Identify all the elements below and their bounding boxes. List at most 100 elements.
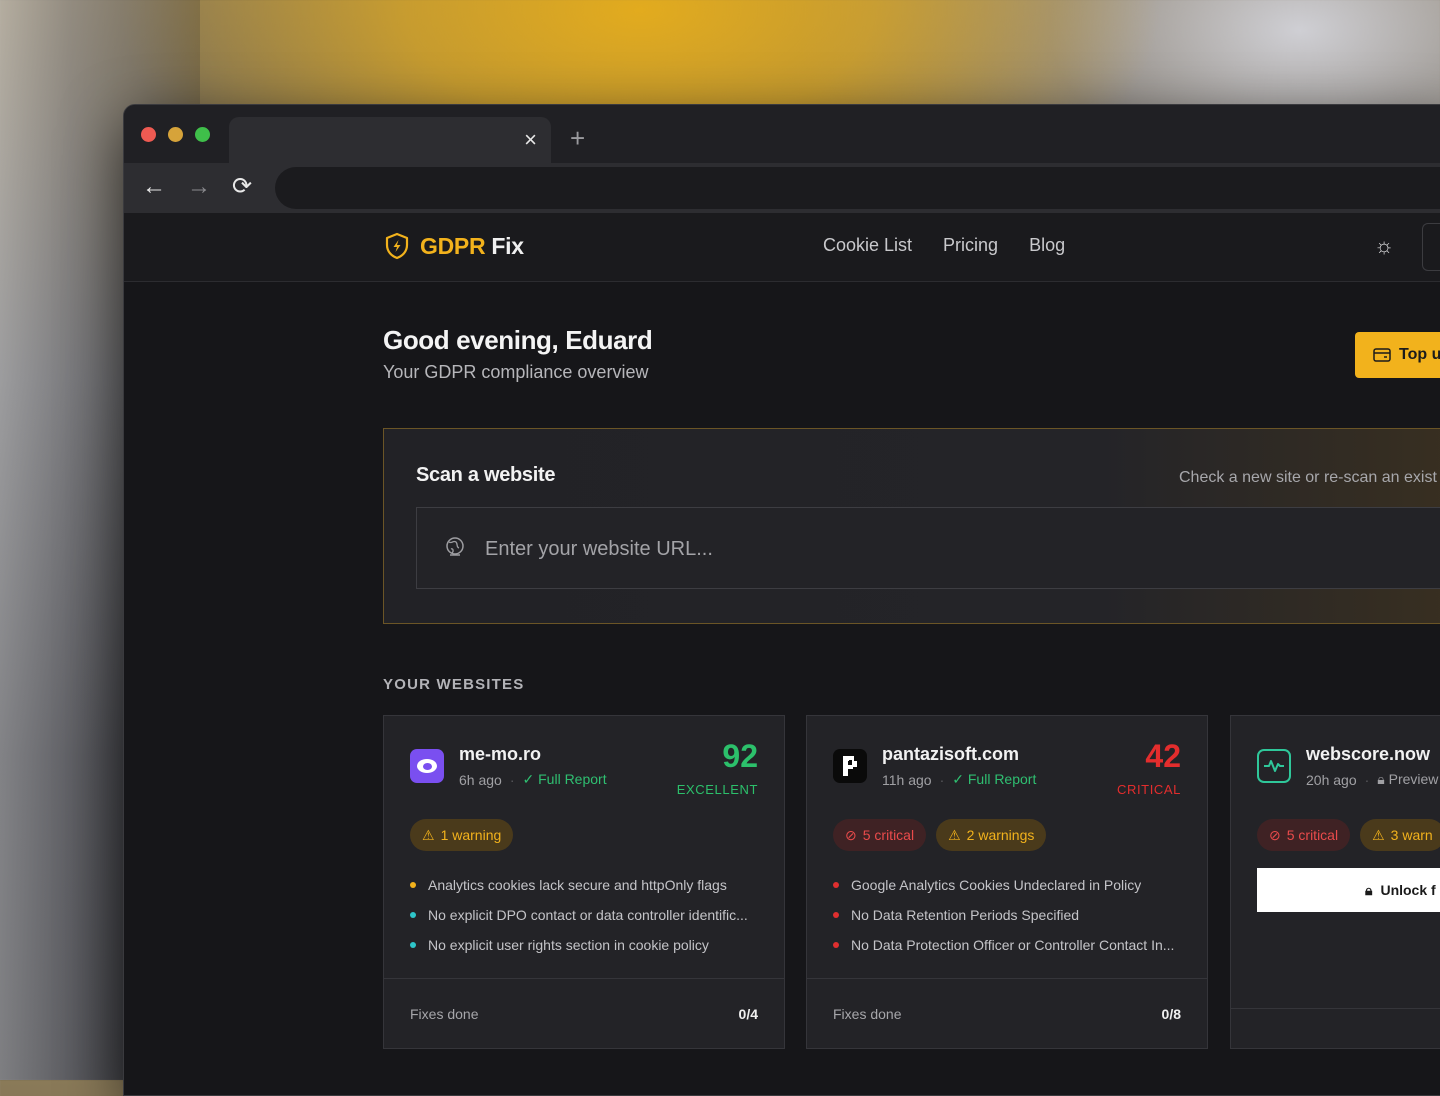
separator-dot: · <box>939 771 945 788</box>
warning-badge-label: 3 warn <box>1390 827 1433 843</box>
forward-arrow-icon[interactable]: → <box>187 173 211 201</box>
account-button[interactable] <box>1422 223 1440 271</box>
site-name: me-mo.ro <box>459 744 542 764</box>
back-arrow-icon[interactable]: ← <box>142 173 166 201</box>
list-item: No Data Protection Officer or Controller… <box>833 930 1185 960</box>
fixes-value: 0/8 <box>1161 1005 1181 1022</box>
maximize-window-button[interactable] <box>195 127 210 142</box>
url-input-box <box>416 507 1440 589</box>
preview-link[interactable]: 🔒︎ Preview <box>1377 771 1438 788</box>
issue-text: No explicit DPO contact or data controll… <box>428 907 748 923</box>
list-item: No explicit DPO contact or data controll… <box>410 900 762 930</box>
pulse-icon <box>1257 749 1291 783</box>
site-name: pantazisoft.com <box>882 744 1020 764</box>
score-label: CRITICAL <box>1116 782 1181 797</box>
warning-triangle-icon: ⚠ <box>422 826 435 843</box>
greeting: Good evening, Eduard Your GDPR complianc… <box>383 325 653 383</box>
bullet <box>410 882 416 888</box>
nav-link-pricing[interactable]: Pricing <box>943 235 998 256</box>
separator-dot: · <box>1364 771 1370 788</box>
full-report-link[interactable]: ✓ Full Report <box>952 771 1036 788</box>
issue-list: Analytics cookies lack secure and httpOn… <box>410 870 762 960</box>
theme-toggle-sun-icon[interactable]: ☼ <box>1374 235 1394 257</box>
browser-toolbar: ← → ⟳ <box>124 163 1440 213</box>
bullet <box>410 912 416 918</box>
close-tab-icon[interactable]: × <box>524 127 537 153</box>
card-footer-divider <box>1231 1008 1440 1009</box>
nav-link-blog[interactable]: Blog <box>1029 235 1065 256</box>
tab-bar: × + <box>124 105 1440 163</box>
logo-text-gdpr: GDPR <box>420 232 486 259</box>
critical-octagon-icon: ⊘ <box>1269 826 1281 843</box>
app-header: GDPR Fix Cookie List Pricing Blog ☼ <box>124 213 1440 282</box>
bullet <box>833 942 839 948</box>
preview-label: Preview <box>1388 771 1439 787</box>
nav-link-cookie-list[interactable]: Cookie List <box>823 235 912 256</box>
reload-icon[interactable]: ⟳ <box>232 173 252 201</box>
lock-icon: 🔒︎ <box>1365 881 1373 898</box>
full-report-link[interactable]: ✓ Full Report <box>523 771 607 788</box>
scan-time: 20h ago <box>1306 771 1357 788</box>
warning-badge-label: 2 warnings <box>966 827 1035 843</box>
warning-badge-label: 1 warning <box>440 827 502 843</box>
score-value: 42 <box>1145 738 1181 774</box>
warning-badge[interactable]: ⚠ 2 warnings <box>936 819 1047 851</box>
fixes-label: Fixes done <box>833 1005 902 1022</box>
issue-list: Google Analytics Cookies Undeclared in P… <box>833 870 1185 960</box>
critical-badge-label: 5 critical <box>1286 827 1339 843</box>
browser-tab[interactable]: × <box>229 117 551 163</box>
bullet <box>410 942 416 948</box>
logo[interactable]: GDPR Fix <box>384 232 524 260</box>
score-label: EXCELLENT <box>676 782 758 797</box>
website-card-webscore[interactable]: webscore.now 20h ago · 🔒︎ Preview ⊘ 5 cri… <box>1230 715 1440 1049</box>
website-card-me-mo[interactable]: me-mo.ro 6h ago · ✓ Full Report 92 EXCEL… <box>383 715 785 1049</box>
top-up-button[interactable]: Top u <box>1355 332 1440 378</box>
pantazisoft-logo-icon <box>833 749 867 783</box>
critical-badge[interactable]: ⊘ 5 critical <box>1257 819 1351 851</box>
separator-dot: · <box>509 771 515 788</box>
list-item: Analytics cookies lack secure and httpOn… <box>410 870 762 900</box>
warning-badge[interactable]: ⚠ 3 warn <box>1360 819 1440 851</box>
page-subtitle: Your GDPR compliance overview <box>383 362 649 382</box>
page-title: Good evening, Eduard <box>383 325 653 355</box>
scan-title: Scan a website <box>416 464 556 486</box>
globe-icon <box>444 536 466 564</box>
site-meta: 20h ago · 🔒︎ Preview <box>1306 771 1438 788</box>
unlock-button[interactable]: 🔒︎ Unlock f <box>1257 868 1440 912</box>
warning-triangle-icon: ⚠ <box>948 826 961 843</box>
scan-panel: Scan a website Check a new site or re-sc… <box>383 428 1440 624</box>
list-item: No explicit user rights section in cooki… <box>410 930 762 960</box>
shield-bolt-icon <box>385 232 409 260</box>
minimize-window-button[interactable] <box>168 127 183 142</box>
address-bar[interactable] <box>275 167 1440 209</box>
main-nav: Cookie List Pricing Blog <box>823 235 1065 256</box>
logo-text-fix: Fix <box>491 232 524 259</box>
top-up-label: Top u <box>1399 346 1440 363</box>
critical-badge[interactable]: ⊘ 5 critical <box>833 819 927 851</box>
scan-time: 11h ago <box>882 771 932 788</box>
issue-badges: ⚠ 1 warning <box>410 819 514 851</box>
site-name: webscore.now <box>1306 744 1431 764</box>
close-window-button[interactable] <box>141 127 156 142</box>
issue-text: No Data Protection Officer or Controller… <box>851 937 1175 953</box>
warning-badge[interactable]: ⚠ 1 warning <box>410 819 514 851</box>
card-footer: Fixes done 0/4 <box>384 978 784 1048</box>
wallet-icon <box>1373 348 1391 362</box>
issue-badges: ⊘ 5 critical ⚠ 3 warn <box>1257 819 1440 851</box>
full-report-label: Full Report <box>538 771 607 787</box>
new-tab-icon[interactable]: + <box>570 125 585 151</box>
memo-logo-icon <box>410 749 444 783</box>
site-meta: 11h ago · ✓ Full Report <box>882 771 1036 788</box>
issue-badges: ⊘ 5 critical ⚠ 2 warnings <box>833 819 1047 851</box>
list-item: No Data Retention Periods Specified <box>833 900 1185 930</box>
website-url-input[interactable] <box>483 528 1387 570</box>
website-card-pantazisoft[interactable]: pantazisoft.com 11h ago · ✓ Full Report … <box>806 715 1208 1049</box>
bullet <box>833 882 839 888</box>
issue-text: No explicit user rights section in cooki… <box>428 937 709 953</box>
card-footer: Fixes done 0/8 <box>807 978 1207 1048</box>
bullet <box>833 912 839 918</box>
critical-octagon-icon: ⊘ <box>845 826 857 843</box>
full-report-label: Full Report <box>967 771 1037 787</box>
fixes-value: 0/4 <box>738 1005 758 1022</box>
issue-text: Google Analytics Cookies Undeclared in P… <box>851 877 1142 893</box>
